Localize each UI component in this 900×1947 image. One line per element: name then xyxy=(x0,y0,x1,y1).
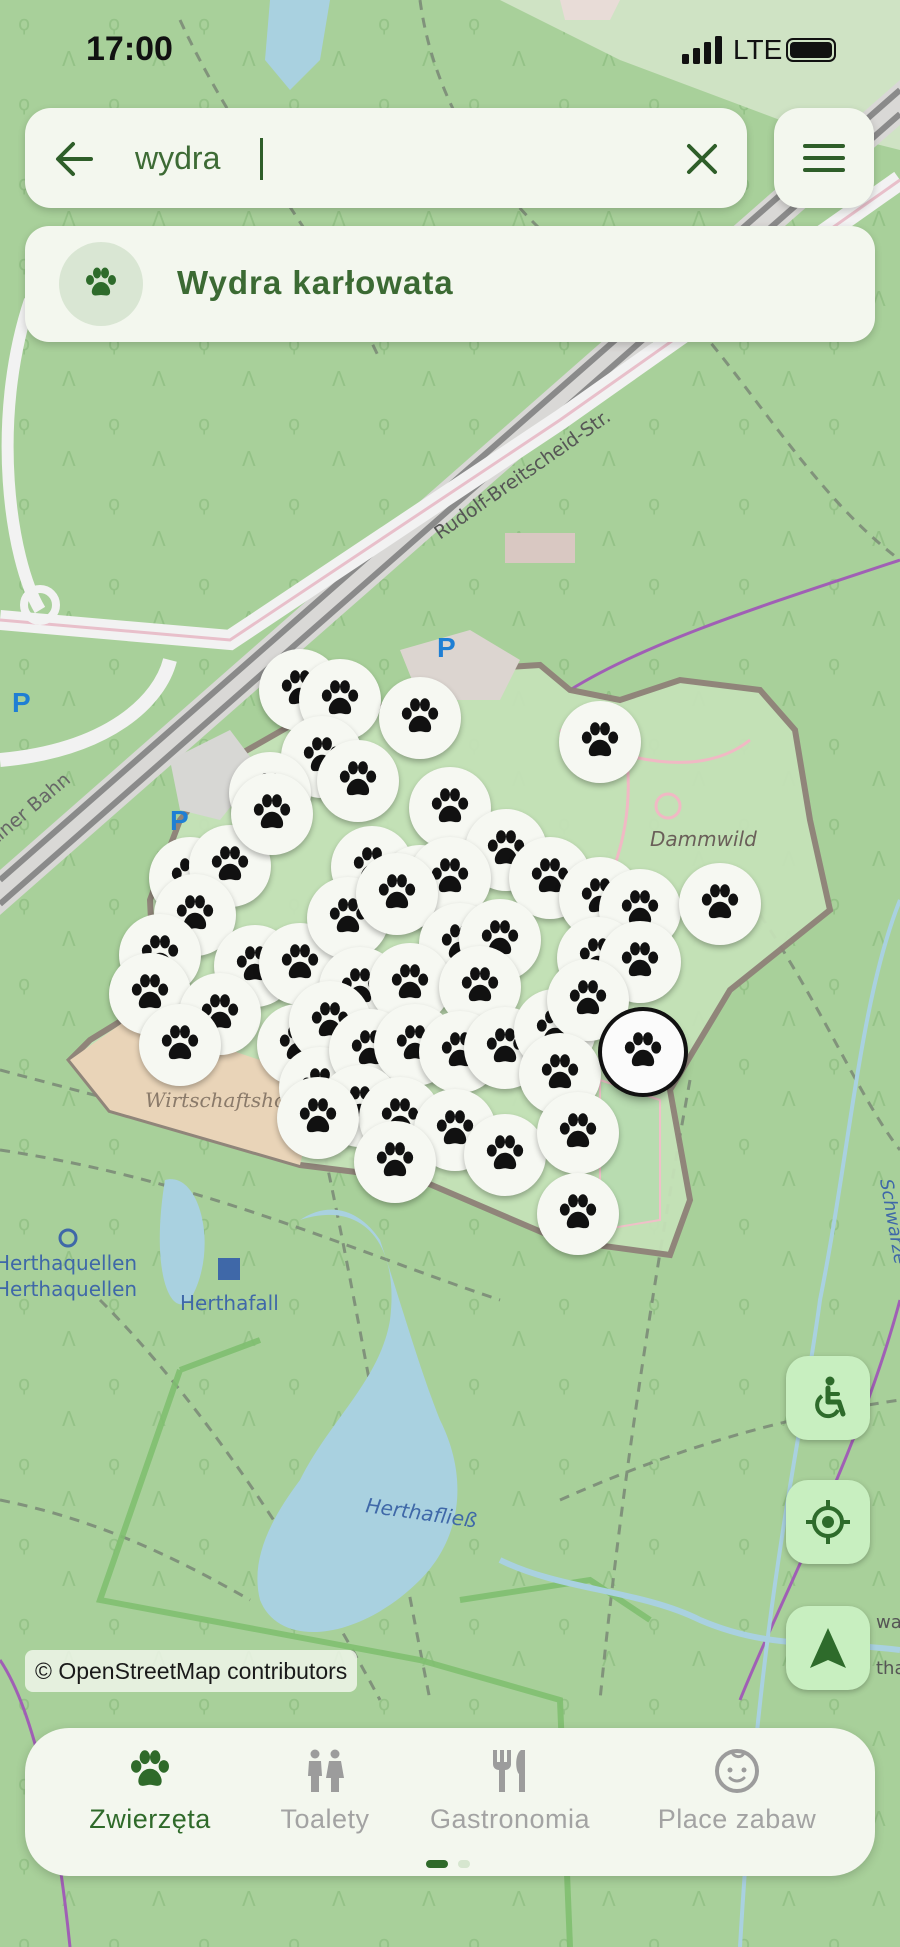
page-indicator xyxy=(426,1860,476,1878)
battery-icon xyxy=(786,38,836,62)
paw-icon xyxy=(401,698,439,733)
search-bar xyxy=(25,108,747,208)
menu-button[interactable] xyxy=(774,108,874,208)
edge-label-1: walc xyxy=(876,1612,900,1633)
parking-label: P xyxy=(170,805,189,836)
locate-me-button[interactable] xyxy=(786,1480,870,1564)
paw-icon xyxy=(161,1025,199,1060)
paw-icon xyxy=(486,1135,524,1170)
spring-label-2: Herthaquellen xyxy=(0,1277,137,1301)
animal-marker[interactable] xyxy=(679,863,761,945)
paw-icon xyxy=(581,722,619,757)
hamburger-menu-icon xyxy=(803,144,845,172)
tab-gastronomy[interactable]: Gastronomia xyxy=(420,1728,600,1858)
parking-label: P xyxy=(12,687,31,718)
animal-marker[interactable] xyxy=(537,1092,619,1174)
paw-icon xyxy=(378,874,416,909)
paw-icon xyxy=(559,1113,597,1148)
cutlery-icon xyxy=(493,1750,525,1792)
status-time: 17:00 xyxy=(86,30,173,68)
spring-label-1: Herthaquellen xyxy=(0,1251,137,1275)
paw-icon xyxy=(376,1142,414,1177)
waterfall-label: Herthafall xyxy=(180,1291,279,1315)
paw-icon xyxy=(131,1750,169,1786)
result-paw-badge xyxy=(59,242,143,326)
paw-icon xyxy=(701,884,739,919)
animal-marker[interactable] xyxy=(277,1077,359,1159)
tab-playgrounds-label: Place zabaw xyxy=(657,1804,817,1834)
selected-animal-marker[interactable] xyxy=(602,1011,684,1093)
child-face-icon xyxy=(715,1749,759,1793)
animal-marker[interactable] xyxy=(354,1121,436,1203)
paw-icon xyxy=(299,1098,337,1133)
tab-gastronomy-label: Gastronomia xyxy=(429,1804,591,1834)
paw-icon xyxy=(621,942,659,977)
animal-marker[interactable] xyxy=(231,773,313,855)
search-input[interactable] xyxy=(135,130,675,186)
accessibility-button[interactable] xyxy=(786,1356,870,1440)
bottom-navigation: Zwierzęta Toalety Gastronomia Place zaba… xyxy=(25,1728,875,1876)
paw-icon xyxy=(431,788,469,823)
page-dot-active xyxy=(426,1860,448,1868)
parking-label: P xyxy=(437,632,456,663)
animal-marker[interactable] xyxy=(537,1173,619,1255)
crosshair-icon xyxy=(806,1500,850,1544)
enclosure-label: Dammwild xyxy=(650,827,757,851)
map-attribution[interactable]: © OpenStreetMap contributors xyxy=(25,1650,358,1692)
status-bar: 17:00 LTE xyxy=(0,0,900,100)
toilet-icon xyxy=(308,1749,344,1792)
animal-marker[interactable] xyxy=(317,740,399,822)
clear-icon[interactable] xyxy=(681,138,723,180)
network-type: LTE xyxy=(733,34,783,65)
navigate-button[interactable] xyxy=(786,1606,870,1690)
animal-marker[interactable] xyxy=(559,701,641,783)
result-label: Wydra karłowata xyxy=(177,264,454,301)
wheelchair-icon xyxy=(815,1376,846,1419)
paw-icon xyxy=(281,944,319,979)
tab-animals-label: Zwierzęta xyxy=(89,1804,211,1834)
search-result-item[interactable]: Wydra karłowata xyxy=(25,226,875,342)
farm-label: Wirtschaftshof xyxy=(145,1088,297,1112)
signal-icon xyxy=(682,36,722,64)
paw-icon xyxy=(253,794,291,829)
paw-icon xyxy=(461,967,499,1002)
paw-icon xyxy=(541,1054,579,1089)
paw-icon xyxy=(339,761,377,796)
tab-playgrounds[interactable]: Place zabaw xyxy=(647,1728,827,1858)
tab-toilets-label: Toalety xyxy=(280,1804,370,1834)
text-caret xyxy=(260,138,263,180)
paw-icon xyxy=(559,1194,597,1229)
back-arrow-icon[interactable] xyxy=(51,136,97,182)
animal-marker[interactable] xyxy=(464,1114,546,1196)
page-dot xyxy=(458,1860,471,1868)
paw-icon xyxy=(86,267,116,296)
tab-animals[interactable]: Zwierzęta xyxy=(75,1728,225,1858)
paw-icon xyxy=(624,1032,662,1067)
navigation-arrow-icon xyxy=(810,1628,846,1668)
tab-toilets[interactable]: Toalety xyxy=(265,1728,385,1858)
animal-marker[interactable] xyxy=(139,1004,221,1086)
edge-label-2: tha xyxy=(876,1658,900,1679)
paw-icon xyxy=(391,964,429,999)
paw-icon xyxy=(569,980,607,1015)
animal-marker[interactable] xyxy=(379,677,461,759)
